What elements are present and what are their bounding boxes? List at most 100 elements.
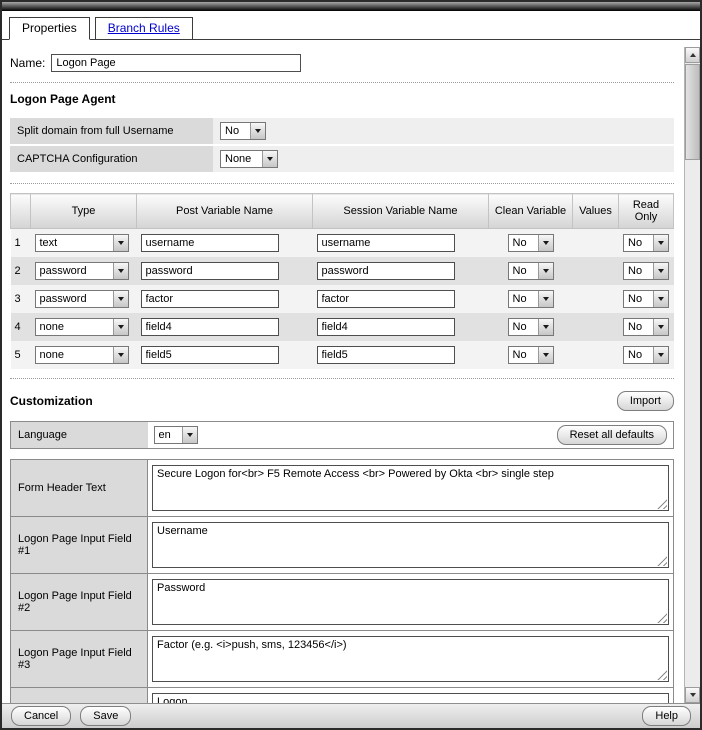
language-row: Language en Reset all defaults [11, 422, 674, 449]
row-index: 2 [11, 257, 31, 285]
vertical-scrollbar[interactable] [684, 47, 700, 703]
type-select[interactable]: password [35, 290, 129, 308]
clean-variable-select[interactable]: No [508, 234, 554, 252]
read-only-select[interactable]: No [623, 318, 669, 336]
chevron-down-icon [113, 291, 128, 307]
triangle-up-icon [690, 53, 696, 57]
name-row: Name: [10, 54, 674, 72]
input-field-2-input[interactable]: Password [152, 579, 669, 625]
values-cell [573, 229, 619, 258]
tab-branch-rules[interactable]: Branch Rules [95, 17, 193, 40]
post-variable-input[interactable] [141, 346, 279, 364]
custom-field-row: Logon Page Input Field #3 Factor (e.g. <… [11, 631, 674, 688]
help-button[interactable]: Help [642, 706, 691, 726]
scrollbar-thumb[interactable] [685, 64, 700, 160]
session-variable-input[interactable] [317, 290, 455, 308]
post-variable-input[interactable] [141, 318, 279, 336]
input-field-1-input[interactable]: Username [152, 522, 669, 568]
properties-content: Name: Logon Page Agent Split domain from… [2, 40, 700, 705]
scrollbar-up-button[interactable] [685, 47, 700, 63]
column-header-index [11, 194, 31, 229]
column-header-read-only: Read Only [619, 194, 674, 229]
clean-variable-select[interactable]: No [508, 290, 554, 308]
captcha-config-label: CAPTCHA Configuration [10, 146, 213, 172]
type-select[interactable]: none [35, 318, 129, 336]
values-cell [573, 285, 619, 313]
split-domain-select[interactable]: No [220, 122, 266, 140]
clean-variable-select[interactable]: No [508, 262, 554, 280]
field-row-3: 3 password No No [11, 285, 674, 313]
session-variable-input[interactable] [317, 346, 455, 364]
session-variable-input[interactable] [317, 234, 455, 252]
agent-settings-table: Split domain from full Username No CAPTC… [10, 116, 674, 174]
row-index: 5 [11, 341, 31, 369]
setting-row: CAPTCHA Configuration None [10, 146, 674, 172]
column-header-post-variable: Post Variable Name [137, 194, 313, 229]
chevron-down-icon [113, 235, 128, 251]
footer-bar: Cancel Save Help [2, 703, 700, 728]
field-row-5: 5 none No No [11, 341, 674, 369]
cancel-button[interactable]: Cancel [11, 706, 71, 726]
customization-fields-table: Form Header Text Secure Logon for<br> F5… [10, 459, 674, 705]
language-label: Language [11, 422, 148, 449]
values-cell [573, 313, 619, 341]
setting-row: Split domain from full Username No [10, 118, 674, 144]
customization-heading: Customization [10, 394, 93, 408]
field-row-1: 1 text No No [11, 229, 674, 258]
split-domain-cell: No [213, 118, 674, 144]
captcha-config-select[interactable]: None [220, 150, 278, 168]
row-index: 4 [11, 313, 31, 341]
chevron-down-icon [538, 319, 553, 335]
field-row-2: 2 password No No [11, 257, 674, 285]
input-field-2-label: Logon Page Input Field #2 [11, 574, 148, 631]
custom-field-row: Form Header Text Secure Logon for<br> F5… [11, 460, 674, 517]
input-field-3-label: Logon Page Input Field #3 [11, 631, 148, 688]
read-only-select[interactable]: No [623, 262, 669, 280]
read-only-select[interactable]: No [623, 290, 669, 308]
tab-properties-label: Properties [22, 21, 77, 35]
language-select[interactable]: en [154, 426, 198, 444]
save-button[interactable]: Save [80, 706, 131, 726]
scrollbar-down-button[interactable] [685, 687, 700, 703]
post-variable-input[interactable] [141, 290, 279, 308]
chevron-down-icon [653, 291, 668, 307]
name-label: Name: [10, 56, 45, 70]
form-header-text-input[interactable]: Secure Logon for<br> F5 Remote Access <b… [152, 465, 669, 511]
agent-section-heading: Logon Page Agent [10, 92, 674, 106]
input-field-1-label: Logon Page Input Field #1 [11, 517, 148, 574]
reset-defaults-button[interactable]: Reset all defaults [557, 425, 667, 445]
captcha-config-cell: None [213, 146, 674, 172]
column-header-session-variable: Session Variable Name [313, 194, 489, 229]
chevron-down-icon [538, 347, 553, 363]
session-variable-input[interactable] [317, 318, 455, 336]
field-row-4: 4 none No No [11, 313, 674, 341]
chevron-down-icon [113, 263, 128, 279]
name-input[interactable] [51, 54, 301, 72]
type-select[interactable]: none [35, 346, 129, 364]
table-header-row: Type Post Variable Name Session Variable… [11, 194, 674, 229]
split-domain-label: Split domain from full Username [10, 118, 213, 144]
clean-variable-select[interactable]: No [508, 318, 554, 336]
form-header-text-label: Form Header Text [11, 460, 148, 517]
properties-window: Properties Branch Rules Name: Logon Page… [0, 0, 702, 730]
type-select[interactable]: text [35, 234, 129, 252]
custom-field-row: Logon Page Input Field #1 Username [11, 517, 674, 574]
chevron-down-icon [653, 319, 668, 335]
read-only-select[interactable]: No [623, 346, 669, 364]
read-only-select[interactable]: No [623, 234, 669, 252]
chevron-down-icon [538, 235, 553, 251]
type-select[interactable]: password [35, 262, 129, 280]
clean-variable-select[interactable]: No [508, 346, 554, 364]
input-field-3-input[interactable]: Factor (e.g. <i>push, sms, 123456</i>) [152, 636, 669, 682]
post-variable-input[interactable] [141, 234, 279, 252]
divider [10, 378, 674, 379]
tab-branch-rules-label[interactable]: Branch Rules [108, 21, 180, 35]
session-variable-input[interactable] [317, 262, 455, 280]
custom-field-row: Logon Page Input Field #2 Password [11, 574, 674, 631]
post-variable-input[interactable] [141, 262, 279, 280]
customization-header-row: Customization Import [10, 391, 674, 411]
tab-properties[interactable]: Properties [9, 17, 90, 40]
chevron-down-icon [250, 123, 265, 139]
import-button[interactable]: Import [617, 391, 674, 411]
chevron-down-icon [538, 291, 553, 307]
